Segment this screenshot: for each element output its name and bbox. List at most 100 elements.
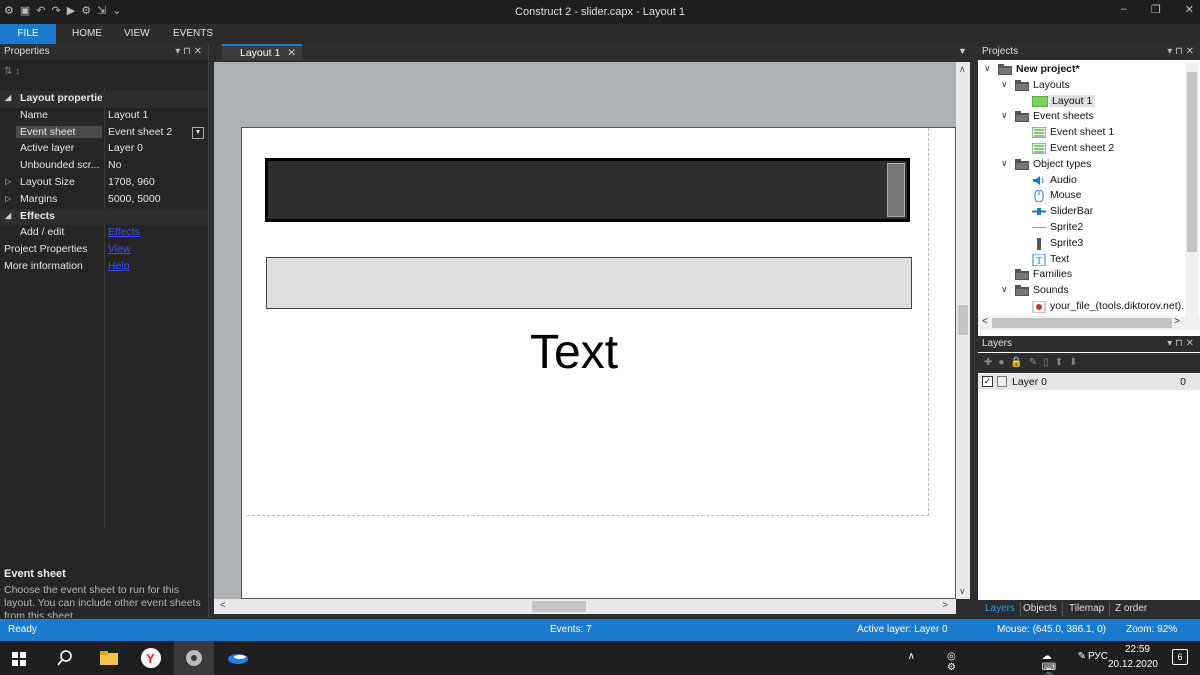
minimize-button[interactable]: – <box>1121 3 1127 16</box>
tree-item[interactable]: ∨ Event sheets <box>978 109 1186 125</box>
property-row[interactable]: ◢ Effects <box>0 208 208 226</box>
expander-icon[interactable]: ◢ <box>5 211 11 220</box>
expander-icon[interactable]: ▷ <box>5 177 11 186</box>
property-value[interactable]: Event sheet 2 <box>108 126 203 138</box>
horizontal-scrollbar[interactable]: < > <box>214 599 956 614</box>
panel-controls[interactable]: ▾ ⊓ ✕ <box>1167 336 1194 352</box>
scroll-down-icon[interactable]: ∨ <box>959 586 966 597</box>
expand-arrow-icon[interactable]: ∨ <box>1001 284 1008 295</box>
sort-icon[interactable]: ⇅ ↕ <box>4 66 20 77</box>
property-value[interactable]: 5000, 5000 <box>108 193 203 205</box>
tree-item[interactable]: Layout 1 <box>978 94 1186 110</box>
clock-time[interactable]: 22:59 <box>1125 644 1150 655</box>
expander-icon[interactable]: ▷ <box>5 194 11 203</box>
tree-item[interactable]: ∨ New project* <box>978 62 1186 78</box>
property-value[interactable]: Layout 1 <box>108 109 203 121</box>
tab-view[interactable]: VIEW <box>114 24 160 44</box>
close-tab-icon[interactable]: ✕ <box>287 46 296 60</box>
property-link[interactable]: View <box>108 243 203 255</box>
property-value[interactable]: Layer 0 <box>108 142 203 154</box>
windows-start-icon[interactable] <box>12 652 26 666</box>
tray-apps-icon[interactable]: ◎ ⚙ <box>947 651 956 673</box>
tree-item[interactable]: Sprite2 <box>978 220 1186 236</box>
layer-visible-checkbox[interactable]: ✓ <box>982 376 993 387</box>
scroll-up-icon[interactable]: ∧ <box>959 64 966 75</box>
tree-item[interactable]: ∨ Object types <box>978 157 1186 173</box>
layer-row[interactable]: ✓ Layer 0 0 <box>978 374 1200 390</box>
tab-dropdown-icon[interactable]: ▼ <box>958 46 967 56</box>
tab-objects[interactable]: Objects <box>1018 602 1063 616</box>
property-row[interactable]: Project Properties View <box>0 242 208 259</box>
property-row[interactable]: Event sheet Event sheet 2 ▼ <box>0 125 208 142</box>
sliderbar-object[interactable] <box>265 158 910 222</box>
property-row[interactable]: More information Help <box>0 259 208 276</box>
layers-toolbar[interactable]: ✚●🔒✎▯⬆⬇ <box>978 353 1200 373</box>
pen-icon[interactable]: ✎ <box>1078 651 1086 662</box>
projects-horizontal-scrollbar[interactable]: < > <box>978 316 1200 330</box>
expand-arrow-icon[interactable]: ∨ <box>1001 110 1008 121</box>
tree-item[interactable]: Event sheet 2 <box>978 141 1186 157</box>
scroll-right-icon[interactable]: > <box>942 600 948 611</box>
tree-item[interactable]: ∨ Sounds <box>978 283 1186 299</box>
scroll-thumb[interactable] <box>958 305 968 335</box>
network-sound-icons[interactable]: ☁ ⌨ 🔊 <box>1042 651 1056 675</box>
tab-home[interactable]: HOME <box>62 24 112 44</box>
app-icon[interactable] <box>227 647 249 669</box>
lock-icon[interactable] <box>997 376 1007 387</box>
tree-item[interactable]: Mouse <box>978 188 1186 204</box>
scroll-thumb[interactable] <box>532 601 586 612</box>
expand-arrow-icon[interactable]: ∨ <box>1001 79 1008 90</box>
tree-item[interactable]: Audio <box>978 173 1186 189</box>
scroll-thumb[interactable] <box>992 318 1172 328</box>
language-indicator[interactable]: РУС <box>1088 651 1108 662</box>
property-row[interactable]: Name Layout 1 <box>0 108 208 125</box>
property-row[interactable]: ▷ Margins 5000, 5000 <box>0 192 208 209</box>
projects-vertical-scrollbar[interactable] <box>1185 62 1199 317</box>
property-row[interactable]: Unbounded scr... No <box>0 158 208 175</box>
tray-overflow-icon[interactable]: ∧ <box>908 651 915 662</box>
tree-item[interactable]: Event sheet 1 <box>978 125 1186 141</box>
search-icon[interactable] <box>55 647 77 669</box>
tab-events[interactable]: EVENTS <box>163 24 223 44</box>
scroll-left-icon[interactable]: < <box>982 316 988 327</box>
property-row[interactable]: Add / edit Effects <box>0 225 208 242</box>
construct-taskbar-item[interactable] <box>174 641 214 675</box>
tab-z-order[interactable]: Z order <box>1110 602 1152 616</box>
tree-item[interactable]: Families <box>978 267 1186 283</box>
property-value[interactable]: No <box>108 159 203 171</box>
file-explorer-icon[interactable] <box>98 647 120 669</box>
tab-layout-1[interactable]: Layout 1 ✕ <box>222 44 302 60</box>
slider-thumb[interactable] <box>887 163 905 217</box>
property-row[interactable]: Active layer Layer 0 <box>0 141 208 158</box>
expander-icon[interactable]: ◢ <box>5 93 11 102</box>
dropdown-icon[interactable]: ▼ <box>192 126 204 139</box>
tab-layers[interactable]: Layers <box>980 602 1022 616</box>
restore-button[interactable]: ❐ <box>1151 3 1161 16</box>
vertical-scrollbar[interactable]: ∧ ∨ <box>956 62 970 599</box>
scroll-left-icon[interactable]: < <box>220 600 226 611</box>
tree-item[interactable]: SliderBar <box>978 204 1186 220</box>
panel-controls[interactable]: ▾ ⊓ ✕ <box>175 44 202 60</box>
text-object[interactable]: Text <box>530 325 618 380</box>
tab-file[interactable]: FILE <box>0 24 56 44</box>
yandex-browser-icon[interactable]: Y <box>140 647 162 669</box>
sprite-object[interactable] <box>266 257 912 309</box>
expand-arrow-icon[interactable]: ∨ <box>1001 158 1008 169</box>
tab-tilemap[interactable]: Tilemap <box>1064 602 1111 616</box>
property-row[interactable]: ▷ Layout Size 1708, 960 <box>0 175 208 192</box>
property-row[interactable]: ◢ Layout properties <box>0 91 208 108</box>
scroll-thumb[interactable] <box>1187 72 1197 252</box>
clock-date[interactable]: 20.12.2020 <box>1108 659 1158 670</box>
property-value[interactable]: 1708, 960 <box>108 176 203 188</box>
panel-controls[interactable]: ▾ ⊓ ✕ <box>1167 44 1194 60</box>
expand-arrow-icon[interactable]: ∨ <box>984 63 991 74</box>
tree-item[interactable]: T Text <box>978 252 1186 268</box>
close-button[interactable]: ✕ <box>1185 3 1194 16</box>
tree-item[interactable]: your_file_(tools.diktorov.net). <box>978 299 1186 315</box>
tree-item[interactable]: Sprite3 <box>978 236 1186 252</box>
notifications-icon[interactable]: 6 <box>1172 649 1188 665</box>
scroll-right-icon[interactable]: > <box>1174 316 1180 327</box>
property-link[interactable]: Help <box>108 260 203 272</box>
tree-item[interactable]: ∨ Layouts <box>978 78 1186 94</box>
property-link[interactable]: Effects <box>108 226 203 238</box>
